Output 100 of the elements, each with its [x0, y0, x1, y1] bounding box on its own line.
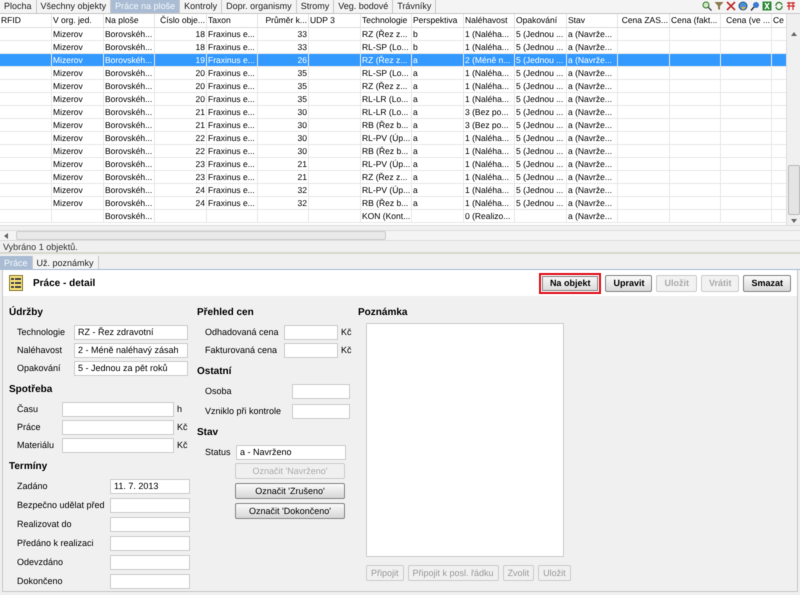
table-row[interactable]: Mizerov Borovskéh... 18 Fraxinus e... 33 RL-SP (Lo... b 1 (Naléha... 5 (Jednou ... a (Navrže...	[0, 40, 786, 54]
table-cell: Borovskéh...	[104, 132, 155, 144]
table-row[interactable]: Mizerov Borovskéh... 24 Fraxinus e... 32 RL-PV (Úp... a 1 (Naléha... 5 (Jednou ... a (Navrže...	[0, 184, 786, 197]
table-cell: Borovskéh...	[104, 196, 155, 209]
globe-icon[interactable]	[738, 1, 748, 12]
date-field[interactable]	[110, 516, 190, 532]
date-field[interactable]	[110, 574, 190, 588]
column-header[interactable]: V org. jed.	[52, 14, 104, 27]
table-cell: 5 (Jednou ...	[515, 118, 567, 131]
text-field[interactable]	[292, 384, 350, 398]
table-cell: Fraxinus e...	[207, 54, 258, 66]
field-label: Vzniklo při kontrole	[205, 406, 282, 416]
table-cell: 5 (Jednou ...	[515, 28, 567, 40]
action-button[interactable]: Na objekt	[538, 272, 602, 294]
table-cell: 5 (Jednou ...	[515, 132, 567, 144]
zoom-icon[interactable]	[702, 1, 712, 12]
table-cell: Fraxinus e...	[207, 144, 258, 157]
table-row[interactable]: Mizerov Borovskéh... 23 Fraxinus e... 21 RZ (Řez z... a 1 (Naléha... 5 (Jednou ... a (Navrže...	[0, 170, 786, 184]
table-row[interactable]: Mizerov Borovskéh... 20 Fraxinus e... 35 RL-SP (Lo... a 1 (Naléha... 5 (Jednou ... a (Navrže...	[0, 66, 786, 80]
table-cell: 5 (Jednou ...	[515, 66, 567, 79]
refresh-icon[interactable]	[774, 1, 784, 12]
table-cell: 1 (Naléha...	[464, 80, 515, 92]
column-header[interactable]: Cena (ve ...	[721, 14, 772, 27]
column-header[interactable]: Číslo obje...	[155, 14, 207, 27]
section-heading: Přehled cen	[197, 306, 255, 320]
table-cell: KON (Kont...	[361, 210, 412, 222]
table-cell: Borovskéh...	[104, 158, 155, 170]
table-row[interactable]: Mizerov Borovskéh... 23 Fraxinus e... 21 RL-PV (Úp... a 1 (Naléha... 5 (Jednou ... a (Navrže...	[0, 158, 786, 171]
text-field[interactable]	[62, 402, 174, 416]
columns-icon[interactable]	[786, 1, 796, 12]
table-row[interactable]: Mizerov Borovskéh... 20 Fraxinus e... 35 RZ (Řez z... a 1 (Naléha... 5 (Jednou ... a (Navrže...	[0, 80, 786, 93]
table-cell: RL-SP (Lo...	[361, 66, 412, 79]
table-row[interactable]: Borovskéh... KON (Kont... 0 (Realizo... a (Navrže...	[0, 210, 786, 223]
text-field[interactable]: 2 - Méně naléhavý zásah	[74, 342, 188, 358]
horizontal-scrollbar[interactable]	[0, 230, 800, 242]
down-arrow-icon[interactable]	[790, 218, 796, 223]
table-row[interactable]: Mizerov Borovskéh... 22 Fraxinus e... 30 RB (Řez b... a 1 (Naléha... 5 (Jednou ... a (Navrže...	[0, 144, 786, 158]
tab[interactable]: Už. poznámky	[32, 256, 99, 269]
column-header[interactable]: Na ploše	[104, 14, 155, 27]
status-button[interactable]: Označit 'Zrušeno'	[235, 483, 345, 499]
table-cell: 1 (Naléha...	[464, 184, 515, 196]
column-header[interactable]: Naléhavost	[464, 14, 515, 27]
status-button[interactable]: Označit 'Dokončeno'	[235, 503, 345, 519]
text-field[interactable]	[62, 438, 174, 452]
column-header[interactable]: Perspektiva	[412, 14, 464, 27]
column-header[interactable]: Technologie	[361, 14, 412, 27]
table-cell: 35	[258, 92, 309, 105]
up-arrow-icon[interactable]	[790, 32, 796, 36]
date-field[interactable]	[110, 554, 190, 570]
date-field[interactable]: 11. 7. 2013	[110, 478, 190, 494]
table-row[interactable]: Mizerov Borovskéh... 18 Fraxinus e... 33 RZ (Řez z... b 1 (Naléha... 5 (Jednou ... a (Navrže...	[0, 28, 786, 41]
spreadsheet-icon[interactable]	[762, 1, 772, 12]
vertical-scrollbar[interactable]	[786, 14, 800, 225]
tab[interactable]: Stromy	[296, 0, 334, 13]
table-cell: Mizerov	[52, 54, 104, 66]
table-cell: a	[412, 144, 464, 157]
column-header[interactable]: Cena (fakt...	[670, 14, 721, 27]
action-button[interactable]: Smazat	[743, 274, 791, 292]
table-cell: 32	[258, 196, 309, 209]
action-button[interactable]: Upravit	[605, 274, 652, 292]
column-header[interactable]: Cena ZAS...	[618, 14, 670, 27]
table-row[interactable]: Mizerov Borovskéh... 20 Fraxinus e... 35 RL-LR (Lo... a 1 (Naléha... 5 (Jednou ... a (Navrže...	[0, 92, 786, 106]
text-field[interactable]	[62, 420, 174, 434]
text-field[interactable]	[292, 404, 350, 418]
date-field[interactable]	[110, 536, 190, 550]
search-icon[interactable]	[750, 1, 760, 12]
text-field[interactable]: RZ - Řez zdravotní	[74, 324, 188, 340]
column-header[interactable]: RFID	[0, 14, 52, 27]
table-cell: Fraxinus e...	[207, 132, 258, 144]
date-field[interactable]	[110, 498, 190, 512]
table-row[interactable]: Mizerov Borovskéh... 21 Fraxinus e... 30 RB (Řez b... a 3 (Bez po... 5 (Jednou ... a (Navrže...	[0, 118, 786, 132]
table-cell: a (Navrže...	[567, 92, 618, 105]
table-cell: Borovskéh...	[104, 210, 155, 222]
table-cell: 1 (Naléha...	[464, 66, 515, 79]
table-cell: RL-SP (Lo...	[361, 40, 412, 53]
table-cell: Borovskéh...	[104, 144, 155, 157]
scroll-thumb[interactable]	[16, 231, 386, 240]
table-cell: Fraxinus e...	[207, 118, 258, 131]
price-field[interactable]	[284, 324, 338, 340]
table-cell: Mizerov	[52, 106, 104, 118]
close-icon[interactable]	[726, 1, 736, 12]
table-cell: 1 (Naléha...	[464, 144, 515, 157]
note-field[interactable]	[366, 323, 564, 557]
left-arrow-icon[interactable]	[4, 232, 8, 239]
table-row[interactable]: Mizerov Borovskéh... 24 Fraxinus e... 32 RB (Řez b... a 1 (Naléha... 5 (Jednou ... a (Navrže...	[0, 196, 786, 210]
status-field[interactable]: a - Navrženo	[236, 444, 346, 460]
column-header[interactable]: Průměr k...	[258, 14, 309, 27]
table-cell: Mizerov	[52, 66, 104, 79]
price-field[interactable]	[284, 342, 338, 358]
section-heading: Stav	[197, 426, 220, 440]
column-header[interactable]: Taxon	[207, 14, 258, 27]
scroll-thumb[interactable]	[788, 164, 800, 215]
table-row[interactable]: Mizerov Borovskéh... 22 Fraxinus e... 30 RL-PV (Úp... a 1 (Naléha... 5 (Jednou ... a (Navrže...	[0, 132, 786, 145]
filter-icon[interactable]	[714, 1, 724, 12]
column-header[interactable]: Stav	[567, 14, 618, 27]
column-header[interactable]: UDP 3	[309, 14, 361, 27]
text-field[interactable]: 5 - Jednou za pět roků	[74, 360, 188, 376]
column-header[interactable]: Opakování	[515, 14, 567, 27]
table-row[interactable]: Mizerov Borovskéh... 21 Fraxinus e... 30 RL-LR (Lo... a 3 (Bez po... 5 (Jednou ... a (Navrže...	[0, 106, 786, 119]
tab[interactable]: Všechny objekty	[36, 0, 112, 13]
